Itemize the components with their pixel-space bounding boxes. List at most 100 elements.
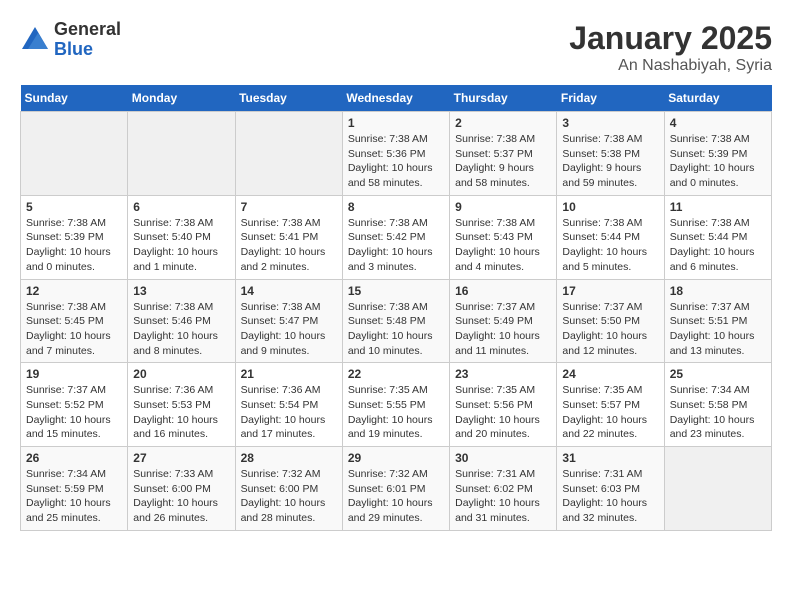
calendar-cell: 25 Sunrise: 7:34 AM Sunset: 5:58 PM Dayli… — [664, 363, 771, 447]
calendar-cell: 2Sunrise: 7:38 AM Sunset: 5:37 PM Daylig… — [450, 112, 557, 196]
day-info: Sunrise: 7:38 AM Sunset: 5:39 PM Dayligh… — [670, 132, 766, 191]
calendar-cell: 27Sunrise: 7:33 AM Sunset: 6:00 PM Dayli… — [128, 447, 235, 531]
day-info: Sunrise: 7:38 AM Sunset: 5:46 PM Dayligh… — [133, 300, 229, 359]
day-number: 18 — [670, 284, 766, 298]
calendar-cell: 1Sunrise: 7:38 AM Sunset: 5:36 PM Daylig… — [342, 112, 449, 196]
header-cell-thursday: Thursday — [450, 85, 557, 112]
day-info: Sunrise: 7:35 AM Sunset: 5:57 PM Dayligh… — [562, 383, 658, 442]
day-info: Sunrise: 7:38 AM Sunset: 5:38 PM Dayligh… — [562, 132, 658, 191]
day-info: Sunrise: 7:38 AM Sunset: 5:43 PM Dayligh… — [455, 216, 551, 275]
header-cell-saturday: Saturday — [664, 85, 771, 112]
day-info: Sunrise: 7:38 AM Sunset: 5:36 PM Dayligh… — [348, 132, 444, 191]
day-number: 7 — [241, 200, 337, 214]
day-number: 14 — [241, 284, 337, 298]
day-number: 8 — [348, 200, 444, 214]
day-number: 11 — [670, 200, 766, 214]
day-info: Sunrise: 7:31 AM Sunset: 6:03 PM Dayligh… — [562, 467, 658, 526]
page-header: General Blue January 2025 An Nashabiyah,… — [20, 20, 772, 75]
calendar-cell: 13 Sunrise: 7:38 AM Sunset: 5:46 PM Dayli… — [128, 279, 235, 363]
header-cell-friday: Friday — [557, 85, 664, 112]
week-row-2: 5 Sunrise: 7:38 AM Sunset: 5:39 PM Daylig… — [21, 195, 772, 279]
calendar-cell: 26 Sunrise: 7:34 AM Sunset: 5:59 PM Dayli… — [21, 447, 128, 531]
day-number: 15 — [348, 284, 444, 298]
day-info: Sunrise: 7:32 AM Sunset: 6:01 PM Dayligh… — [348, 467, 444, 526]
calendar-cell: 4Sunrise: 7:38 AM Sunset: 5:39 PM Daylig… — [664, 112, 771, 196]
day-number: 9 — [455, 200, 551, 214]
day-number: 13 — [133, 284, 229, 298]
day-info: Sunrise: 7:38 AM Sunset: 5:42 PM Dayligh… — [348, 216, 444, 275]
day-number: 12 — [26, 284, 122, 298]
day-info: Sunrise: 7:38 AM Sunset: 5:37 PM Dayligh… — [455, 132, 551, 191]
day-number: 10 — [562, 200, 658, 214]
logo: General Blue — [20, 20, 121, 60]
logo-general-text: General — [54, 20, 121, 40]
day-info: Sunrise: 7:35 AM Sunset: 5:55 PM Dayligh… — [348, 383, 444, 442]
day-number: 26 — [26, 451, 122, 465]
day-number: 23 — [455, 367, 551, 381]
calendar-subtitle: An Nashabiyah, Syria — [569, 57, 772, 75]
day-info: Sunrise: 7:38 AM Sunset: 5:39 PM Dayligh… — [26, 216, 122, 275]
calendar-cell: 12Sunrise: 7:38 AM Sunset: 5:45 PM Dayli… — [21, 279, 128, 363]
calendar-cell: 16Sunrise: 7:37 AM Sunset: 5:49 PM Dayli… — [450, 279, 557, 363]
header-cell-monday: Monday — [128, 85, 235, 112]
title-block: January 2025 An Nashabiyah, Syria — [569, 20, 772, 75]
day-number: 5 — [26, 200, 122, 214]
calendar-cell: 24 Sunrise: 7:35 AM Sunset: 5:57 PM Dayli… — [557, 363, 664, 447]
day-number: 6 — [133, 200, 229, 214]
day-number: 29 — [348, 451, 444, 465]
calendar-cell — [664, 447, 771, 531]
calendar-cell: 21Sunrise: 7:36 AM Sunset: 5:54 PM Dayli… — [235, 363, 342, 447]
day-info: Sunrise: 7:34 AM Sunset: 5:58 PM Dayligh… — [670, 383, 766, 442]
calendar-cell: 31 Sunrise: 7:31 AM Sunset: 6:03 PM Dayli… — [557, 447, 664, 531]
day-info: Sunrise: 7:34 AM Sunset: 5:59 PM Dayligh… — [26, 467, 122, 526]
logo-blue-text: Blue — [54, 40, 121, 60]
calendar-cell: 19Sunrise: 7:37 AM Sunset: 5:52 PM Dayli… — [21, 363, 128, 447]
calendar-cell: 20Sunrise: 7:36 AM Sunset: 5:53 PM Dayli… — [128, 363, 235, 447]
calendar-cell: 28 Sunrise: 7:32 AM Sunset: 6:00 PM Dayli… — [235, 447, 342, 531]
calendar-cell: 11Sunrise: 7:38 AM Sunset: 5:44 PM Dayli… — [664, 195, 771, 279]
calendar-cell: 29 Sunrise: 7:32 AM Sunset: 6:01 PM Dayli… — [342, 447, 449, 531]
day-info: Sunrise: 7:37 AM Sunset: 5:51 PM Dayligh… — [670, 300, 766, 359]
day-number: 30 — [455, 451, 551, 465]
calendar-cell: 15Sunrise: 7:38 AM Sunset: 5:48 PM Dayli… — [342, 279, 449, 363]
day-info: Sunrise: 7:32 AM Sunset: 6:00 PM Dayligh… — [241, 467, 337, 526]
calendar-cell: 14 Sunrise: 7:38 AM Sunset: 5:47 PM Dayli… — [235, 279, 342, 363]
day-info: Sunrise: 7:38 AM Sunset: 5:40 PM Dayligh… — [133, 216, 229, 275]
day-info: Sunrise: 7:33 AM Sunset: 6:00 PM Dayligh… — [133, 467, 229, 526]
day-number: 21 — [241, 367, 337, 381]
day-info: Sunrise: 7:38 AM Sunset: 5:47 PM Dayligh… — [241, 300, 337, 359]
day-number: 31 — [562, 451, 658, 465]
calendar-cell: 22 Sunrise: 7:35 AM Sunset: 5:55 PM Dayli… — [342, 363, 449, 447]
day-info: Sunrise: 7:38 AM Sunset: 5:41 PM Dayligh… — [241, 216, 337, 275]
day-info: Sunrise: 7:35 AM Sunset: 5:56 PM Dayligh… — [455, 383, 551, 442]
calendar-cell: 23 Sunrise: 7:35 AM Sunset: 5:56 PM Dayli… — [450, 363, 557, 447]
day-number: 20 — [133, 367, 229, 381]
day-number: 25 — [670, 367, 766, 381]
calendar-cell: 6 Sunrise: 7:38 AM Sunset: 5:40 PM Daylig… — [128, 195, 235, 279]
header-cell-tuesday: Tuesday — [235, 85, 342, 112]
calendar-cell: 17Sunrise: 7:37 AM Sunset: 5:50 PM Dayli… — [557, 279, 664, 363]
calendar-cell — [21, 112, 128, 196]
calendar-title: January 2025 — [569, 20, 772, 57]
calendar-cell: 10 Sunrise: 7:38 AM Sunset: 5:44 PM Dayli… — [557, 195, 664, 279]
header-cell-sunday: Sunday — [21, 85, 128, 112]
week-row-5: 26 Sunrise: 7:34 AM Sunset: 5:59 PM Dayli… — [21, 447, 772, 531]
week-row-3: 12Sunrise: 7:38 AM Sunset: 5:45 PM Dayli… — [21, 279, 772, 363]
day-info: Sunrise: 7:38 AM Sunset: 5:44 PM Dayligh… — [562, 216, 658, 275]
calendar-cell: 9 Sunrise: 7:38 AM Sunset: 5:43 PM Daylig… — [450, 195, 557, 279]
day-number: 22 — [348, 367, 444, 381]
calendar-cell: 7 Sunrise: 7:38 AM Sunset: 5:41 PM Daylig… — [235, 195, 342, 279]
calendar-cell — [128, 112, 235, 196]
header-row: SundayMondayTuesdayWednesdayThursdayFrid… — [21, 85, 772, 112]
calendar-cell — [235, 112, 342, 196]
day-number: 28 — [241, 451, 337, 465]
calendar-cell: 3 Sunrise: 7:38 AM Sunset: 5:38 PM Daylig… — [557, 112, 664, 196]
day-number: 16 — [455, 284, 551, 298]
day-number: 24 — [562, 367, 658, 381]
week-row-4: 19Sunrise: 7:37 AM Sunset: 5:52 PM Dayli… — [21, 363, 772, 447]
logo-icon — [20, 25, 50, 55]
day-number: 19 — [26, 367, 122, 381]
week-row-1: 1Sunrise: 7:38 AM Sunset: 5:36 PM Daylig… — [21, 112, 772, 196]
day-info: Sunrise: 7:31 AM Sunset: 6:02 PM Dayligh… — [455, 467, 551, 526]
day-number: 3 — [562, 116, 658, 130]
